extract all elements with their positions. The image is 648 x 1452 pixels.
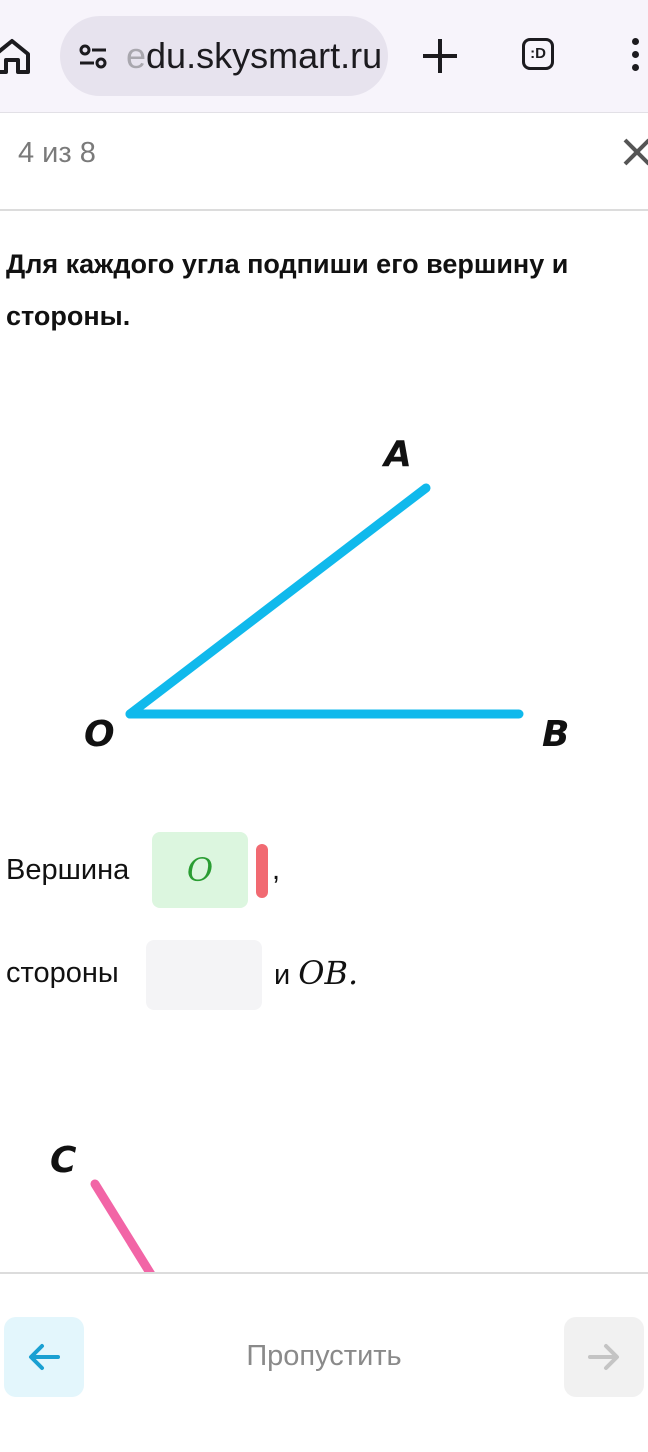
progress-header: 4 из 8 bbox=[0, 113, 648, 211]
task-title: Для каждого угла подпиши его вершину и с… bbox=[6, 249, 569, 331]
more-vert-icon[interactable] bbox=[628, 38, 642, 78]
plus-icon[interactable] bbox=[420, 36, 460, 76]
ray-c bbox=[90, 1179, 155, 1272]
label-c: C bbox=[50, 1140, 77, 1181]
label-b: B bbox=[542, 714, 569, 755]
label-a: A bbox=[381, 434, 412, 475]
tabs-icon[interactable]: :D bbox=[522, 38, 554, 70]
url-domain: du.skysmart.ru bbox=[146, 35, 381, 76]
browser-toolbar: edu.skysmart.ru :D bbox=[0, 0, 648, 113]
angle-aob-figure: A O B bbox=[84, 434, 569, 755]
site-settings-icon[interactable] bbox=[78, 42, 108, 72]
progress-counter: 4 из 8 bbox=[18, 137, 96, 169]
bottom-navigation: Пропустить bbox=[0, 1272, 648, 1452]
known-side: OB. bbox=[298, 954, 359, 992]
vertex-label: Вершина bbox=[6, 854, 130, 886]
arrow-right-icon bbox=[588, 1344, 619, 1370]
next-button[interactable] bbox=[564, 1317, 644, 1397]
url-text: edu.skysmart.ru bbox=[126, 16, 381, 96]
address-bar[interactable]: edu.skysmart.ru bbox=[60, 16, 388, 96]
sides-suffix: и OB. bbox=[274, 940, 358, 1008]
angle-c-figure: C bbox=[50, 1140, 155, 1272]
close-icon[interactable] bbox=[620, 135, 648, 169]
side-answer-slot[interactable] bbox=[146, 940, 262, 1010]
vertex-suffix: , bbox=[272, 854, 281, 886]
skip-button[interactable]: Пропустить bbox=[0, 1340, 648, 1373]
url-faded-prefix: e bbox=[126, 35, 147, 76]
vertex-answer-slot[interactable]: O bbox=[152, 832, 248, 908]
error-marker bbox=[256, 844, 268, 898]
ray-oa bbox=[125, 483, 431, 719]
home-icon[interactable] bbox=[0, 36, 30, 76]
sides-and: и bbox=[274, 959, 291, 991]
label-o: O bbox=[84, 714, 115, 755]
tabs-icon-label: :D bbox=[530, 45, 546, 62]
sides-label: стороны bbox=[6, 957, 119, 989]
